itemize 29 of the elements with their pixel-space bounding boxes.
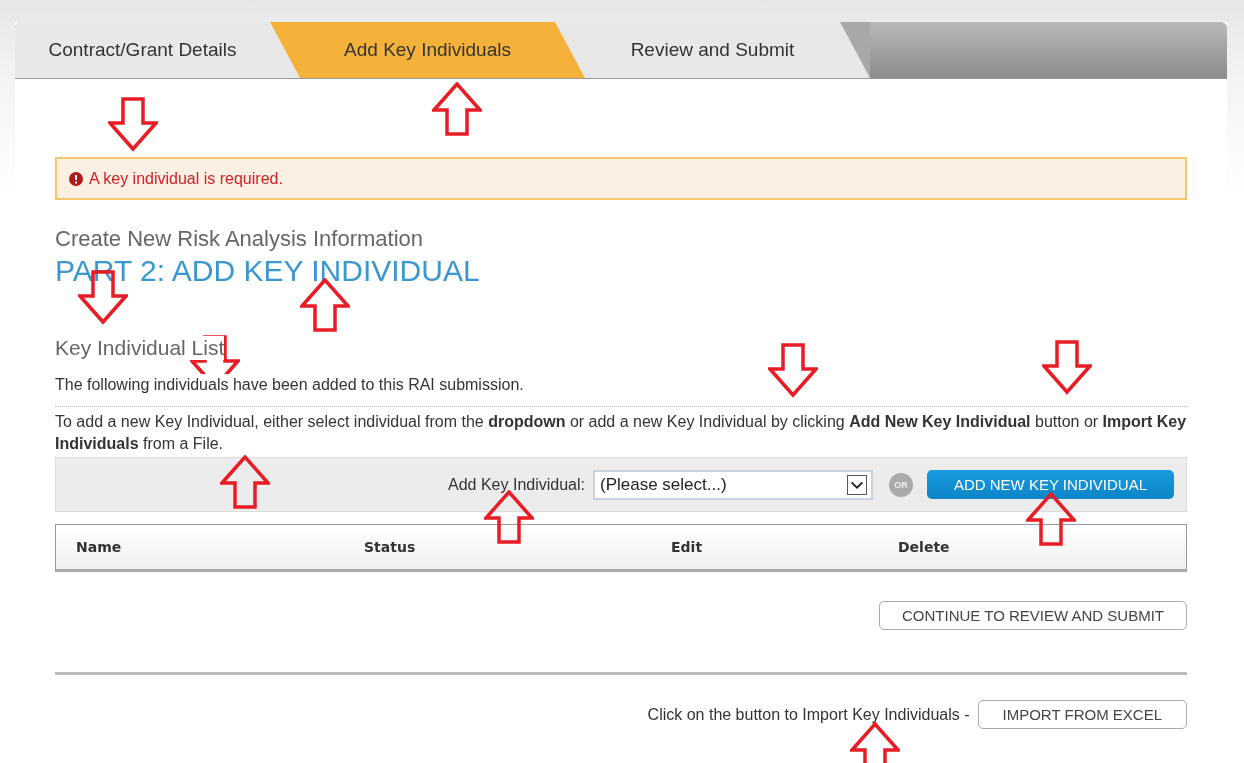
- up-arrow-icon: [220, 455, 270, 510]
- page-title: Create New Risk Analysis Information: [55, 226, 425, 252]
- part-title: PART 2: ADD KEY INDIVIDUAL: [55, 254, 481, 288]
- column-header: Name: [76, 539, 123, 555]
- down-arrow-icon: [1042, 340, 1092, 395]
- tab[interactable]: Review and Submit: [555, 22, 870, 78]
- key-individual-select[interactable]: (Please select...): [593, 469, 873, 500]
- alert-message: A key individual is required.: [89, 169, 283, 188]
- section-title: Key Individual List: [55, 336, 225, 360]
- or-badge: OR: [889, 472, 913, 497]
- column-header: Status: [364, 539, 417, 555]
- up-arrow-icon: [850, 722, 900, 763]
- down-arrow-icon: [768, 343, 818, 398]
- instructions-text: To add a new Key Individual, either select individual from the dropdown or add a new Key Individual by clicking Add New Key Individual button or Import Key Individuals from a File.: [55, 412, 1187, 454]
- add-new-button[interactable]: ADD NEW KEY INDIVIDUAL: [927, 470, 1174, 499]
- column-header: Edit: [671, 539, 704, 555]
- tab[interactable]: Contract/Grant Details: [15, 22, 270, 78]
- continue-button[interactable]: CONTINUE TO REVIEW AND SUBMIT: [879, 601, 1187, 630]
- column-header: Delete: [898, 539, 951, 555]
- import-button[interactable]: IMPORT FROM EXCEL: [977, 700, 1187, 729]
- tab[interactable]: Add Key Individuals: [270, 22, 555, 78]
- error-icon: [69, 171, 83, 186]
- select-label: Add Key Individual:: [448, 475, 585, 494]
- caret-icon: [847, 474, 867, 495]
- import-text: Click on the button to Import Key Individuals -: [647, 705, 970, 724]
- down-arrow-icon: [108, 97, 158, 152]
- up-arrow-icon: [1026, 492, 1076, 547]
- up-arrow-icon: [432, 82, 482, 137]
- intro-text: The following individuals have been added to this RAI submission.: [55, 374, 524, 396]
